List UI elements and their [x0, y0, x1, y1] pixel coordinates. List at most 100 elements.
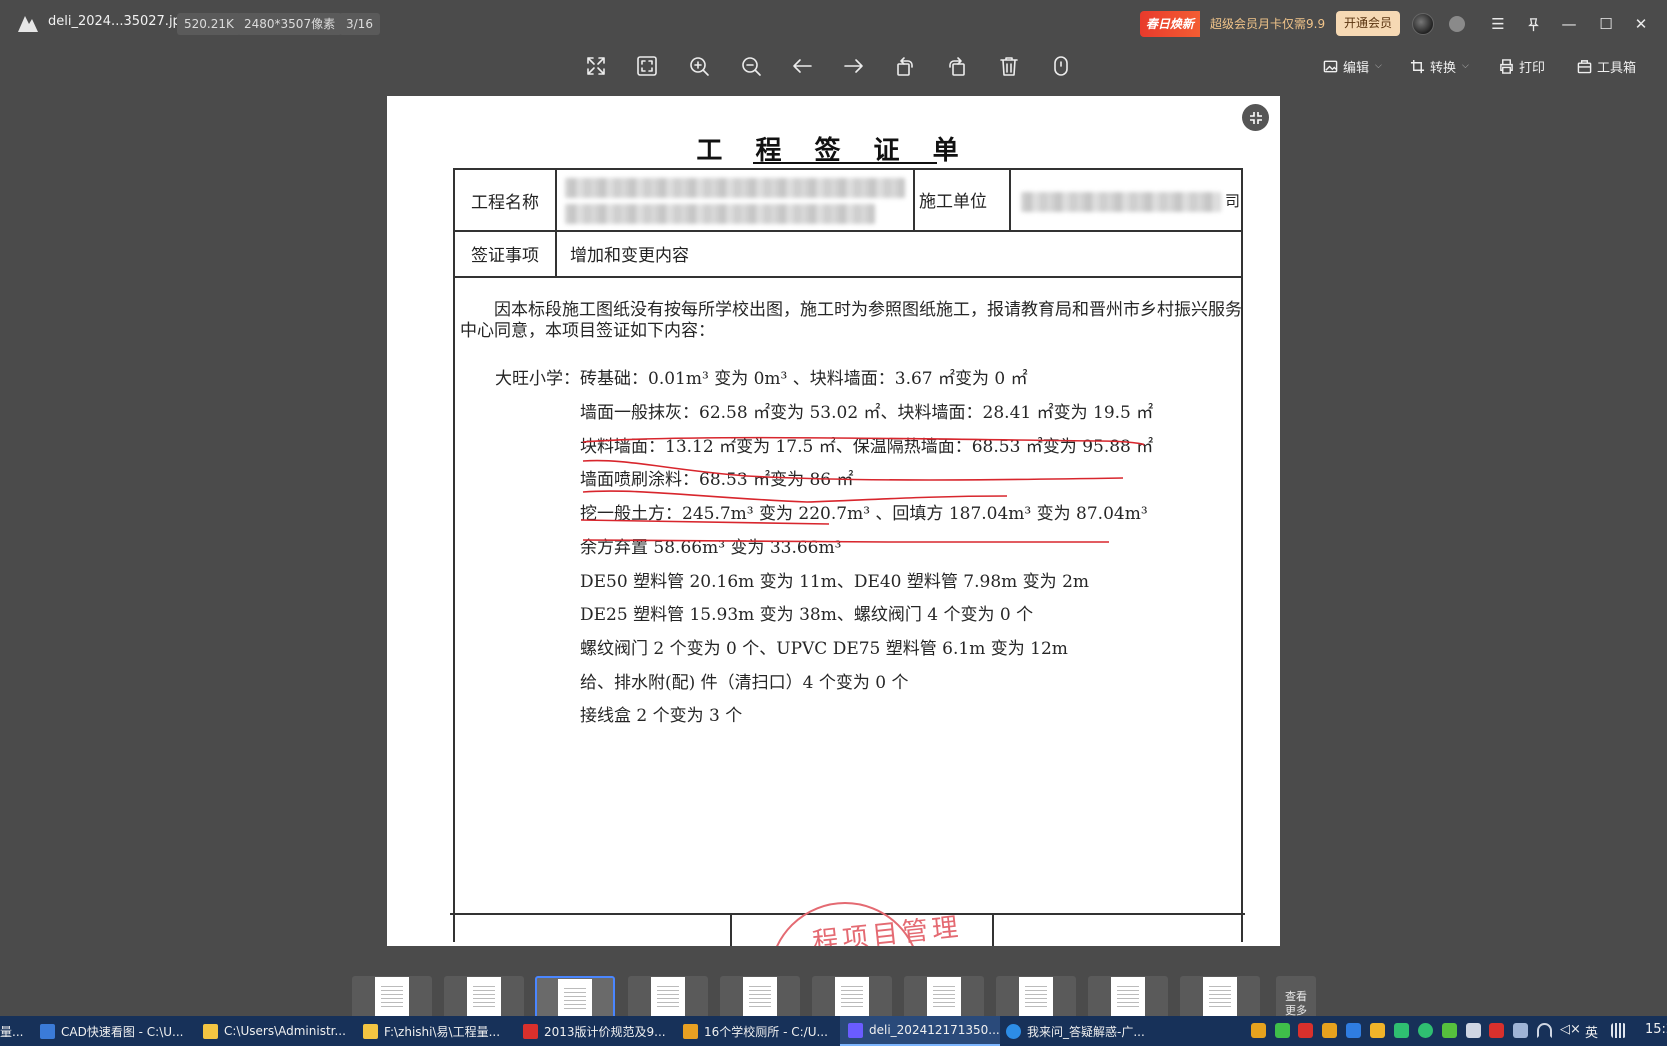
toolbox-button[interactable]: 工具箱 [1577, 53, 1636, 79]
avatar[interactable] [1412, 13, 1434, 35]
printer-icon [1500, 58, 1513, 74]
close-icon[interactable]: ✕ [1627, 10, 1655, 38]
crop-icon [1410, 59, 1425, 73]
taskbar-label: 2013版计价规范及9... [544, 1024, 666, 1039]
table-border [913, 168, 915, 230]
folder-icon [363, 1023, 378, 1039]
table-border [1241, 168, 1243, 942]
table-border [453, 168, 455, 942]
intro-paragraph: 因本标段施工图纸没有按每所学校出图，施工时为参照图纸施工，报请教育局和晋州市乡村… [460, 300, 1242, 341]
usb-icon[interactable] [1466, 1023, 1481, 1038]
table-border [453, 230, 1243, 232]
taskbar-label: 量... [0, 1024, 24, 1039]
battery-icon[interactable] [1513, 1023, 1528, 1038]
tray-app-icon[interactable] [1394, 1023, 1409, 1038]
taskbar-item-browser[interactable]: 我来问_答疑解惑-广... [1006, 1016, 1156, 1046]
view-more-label: 查看 [1285, 990, 1307, 1003]
tray-app-icon[interactable] [1370, 1023, 1385, 1038]
arrow-right-icon[interactable] [840, 52, 868, 80]
keyboard-icon[interactable] [1611, 1023, 1626, 1038]
taskbar-label: F:\zhishi\易\工程量... [384, 1024, 501, 1039]
menu-icon[interactable]: ☰ [1484, 10, 1512, 38]
vip-button[interactable]: 开通会员 [1336, 11, 1401, 36]
maximize-icon[interactable]: ☐ [1592, 10, 1620, 38]
app-logo-icon [18, 16, 38, 32]
item-label: 签证事项 [471, 246, 539, 266]
taskbar-item-explorer[interactable]: F:\zhishi\易\工程量... [363, 1016, 513, 1046]
print-button[interactable]: 打印 [1499, 53, 1545, 79]
convert-menu[interactable]: 转换 ⌵ [1410, 53, 1469, 79]
project-name-redacted [565, 204, 875, 224]
print-label: 打印 [1519, 60, 1546, 76]
pin-icon[interactable] [1519, 10, 1547, 38]
file-name: deli_2024...35027.jpg [48, 14, 190, 29]
change-line: 块料墙面：13.12 ㎡变为 17.5 ㎡、保温隔热墙面：68.53 ㎡变为 9… [580, 437, 1154, 457]
image-edit-icon [1323, 60, 1338, 72]
project-app-icon [683, 1023, 698, 1039]
change-line: 挖一般土方：245.7m³ 变为 220.7m³ 、回填方 187.04m³ 变… [580, 504, 1148, 524]
shrink-icon [1249, 111, 1262, 124]
chevron-down-icon: ⌵ [1462, 61, 1469, 71]
change-line: DE25 塑料管 15.93m 变为 38m、螺纹阀门 4 个变为 0 个 [580, 605, 1034, 625]
minimize-icon[interactable]: — [1555, 10, 1583, 38]
taskbar-label: 16个学校厕所 - C:/U... [704, 1024, 828, 1039]
title-underline [753, 162, 937, 164]
ime-indicator[interactable]: 英 [1585, 1022, 1598, 1041]
shield-icon[interactable] [1322, 1023, 1337, 1038]
promo-badge: 春日焕新 [1140, 11, 1201, 37]
exit-fit-button[interactable] [1242, 104, 1269, 131]
change-line: 螺纹阀门 2 个变为 0 个、UPVC DE75 塑料管 6.1m 变为 12m [580, 639, 1068, 659]
dimensions-badge: 2480*3507像素 [237, 13, 343, 35]
change-line: 墙面一般抹灰：62.58 ㎡变为 53.02 ㎡、块料墙面：28.41 ㎡变为 … [580, 403, 1154, 423]
taskbar-item[interactable]: 量... [0, 1016, 30, 1046]
rotate-right-icon[interactable] [943, 52, 971, 80]
folder-icon [203, 1023, 218, 1039]
taskbar-item-viewer[interactable]: deli_202412171350... [840, 1016, 1000, 1046]
tray-app-icon[interactable] [1489, 1023, 1504, 1038]
table-border [555, 168, 557, 276]
contractor-label: 施工单位 [919, 192, 987, 212]
promo-banner[interactable]: 春日焕新 超级会员月卡仅需9.9 [1140, 11, 1335, 37]
volume-icon[interactable]: ◁× [1560, 1022, 1581, 1037]
change-line: DE50 塑料管 20.16m 变为 11m、DE40 塑料管 7.98m 变为… [580, 572, 1090, 592]
rotate-left-icon[interactable] [891, 52, 919, 80]
nvidia-icon[interactable] [1442, 1023, 1457, 1038]
clock[interactable]: 15:2 [1645, 1022, 1667, 1037]
item-value: 增加和变更内容 [570, 246, 689, 266]
table-border [730, 913, 732, 946]
edit-menu[interactable]: 编辑 ⌵ [1323, 53, 1382, 79]
file-size-badge: 520.21K [177, 13, 241, 35]
delete-icon[interactable] [995, 52, 1023, 80]
wps-icon [523, 1023, 538, 1039]
edit-label: 编辑 [1343, 60, 1370, 76]
sync-icon[interactable] [1449, 16, 1465, 32]
arrow-left-icon[interactable] [788, 52, 816, 80]
edge-browser-icon [1006, 1023, 1021, 1039]
taskbar-item-project[interactable]: 16个学校厕所 - C:/U... [683, 1016, 833, 1046]
title-bar: deli_2024...35027.jpg 520.21K 2480*3507像… [0, 0, 1667, 46]
wifi-icon[interactable] [1537, 1023, 1552, 1038]
tray-app-icon[interactable] [1251, 1023, 1266, 1038]
wechat-icon[interactable] [1418, 1023, 1433, 1038]
zoom-out-icon[interactable] [737, 52, 765, 80]
zoom-in-icon[interactable] [685, 52, 713, 80]
contractor-redacted [1021, 192, 1221, 212]
document-image[interactable]: 工 程 签 证 单 工程名称 施工单位 司 签证事项 增加和变更内容 因本标段施… [387, 96, 1280, 946]
taskbar-item-wps[interactable]: 2013版计价规范及9... [523, 1016, 673, 1046]
toolbox-icon [1577, 59, 1592, 73]
project-name-redacted [565, 178, 905, 198]
image-viewer-icon [848, 1022, 863, 1038]
contractor-suffix: 司 [1225, 192, 1241, 210]
tray-app-icon[interactable] [1346, 1023, 1361, 1038]
tray-app-icon[interactable] [1298, 1023, 1313, 1038]
table-border [453, 276, 1243, 278]
fullscreen-icon[interactable] [582, 52, 610, 80]
fit-window-icon[interactable] [633, 52, 661, 80]
taskbar-item-explorer[interactable]: C:\Users\Administr... [203, 1016, 353, 1046]
taskbar-item-cad[interactable]: CAD快速看图 - C:\U... [40, 1016, 195, 1046]
tray-app-icon[interactable] [1275, 1023, 1290, 1038]
taskbar-label: C:\Users\Administr... [224, 1024, 346, 1038]
taskbar-label: CAD快速看图 - C:\U... [61, 1024, 184, 1039]
chevron-down-icon: ⌵ [1375, 61, 1382, 71]
info-icon[interactable] [1047, 52, 1075, 80]
